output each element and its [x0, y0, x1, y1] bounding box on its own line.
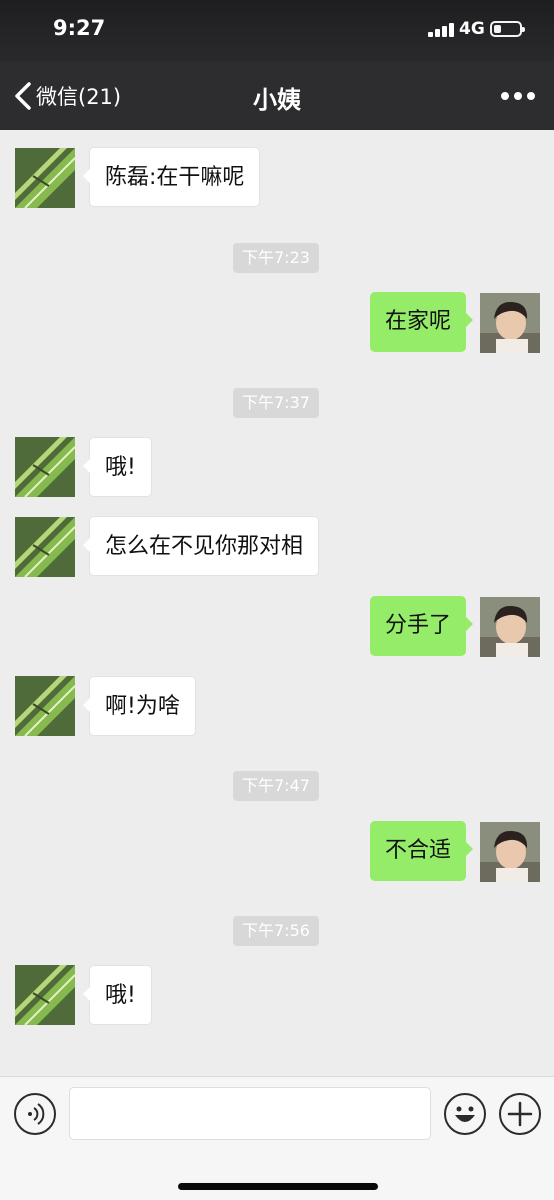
plus-icon — [507, 1101, 533, 1127]
timestamp: 下午7:37 — [233, 388, 319, 418]
timestamp: 下午7:23 — [233, 243, 319, 273]
my-avatar[interactable] — [480, 822, 540, 882]
chevron-left-icon — [15, 82, 31, 110]
leaf-avatar-image — [15, 676, 75, 736]
timestamp: 下午7:47 — [233, 771, 319, 801]
contact-avatar[interactable] — [15, 965, 75, 1025]
back-label: 微信(21) — [36, 85, 122, 109]
contact-avatar[interactable] — [15, 676, 75, 736]
battery-icon — [490, 21, 525, 37]
timestamp: 下午7:56 — [233, 916, 319, 946]
incoming-message[interactable]: 怎么在不见你那对相 — [82, 516, 320, 576]
home-indicator[interactable] — [178, 1183, 378, 1190]
message-input[interactable] — [69, 1087, 431, 1140]
leaf-avatar-image — [15, 965, 75, 1025]
battery-level — [494, 25, 501, 33]
add-button[interactable] — [499, 1093, 541, 1135]
signal-icon — [428, 21, 454, 37]
outgoing-message[interactable]: 不合适 — [369, 821, 474, 881]
back-button[interactable]: 微信(21) — [12, 76, 121, 116]
more-dots-icon — [501, 92, 535, 100]
boy-avatar-image — [480, 822, 540, 882]
nav-bar: 微信(21) 小姨 — [0, 62, 554, 130]
outgoing-message[interactable]: 分手了 — [369, 596, 474, 656]
incoming-message[interactable]: 啊!为啥 — [83, 676, 196, 736]
voice-icon — [28, 1103, 45, 1125]
leaf-avatar-image — [15, 517, 75, 577]
network-type: 4G — [459, 19, 485, 39]
my-avatar[interactable] — [480, 293, 540, 353]
incoming-message[interactable]: 陈磊:在干嘛呢 — [82, 147, 261, 207]
status-time: 9:27 — [53, 16, 106, 40]
outgoing-message[interactable]: 在家呢 — [369, 292, 474, 352]
emoji-button[interactable] — [444, 1093, 486, 1135]
leaf-avatar-image — [15, 437, 75, 497]
my-avatar[interactable] — [480, 597, 540, 657]
incoming-message[interactable]: 哦! — [83, 437, 152, 497]
incoming-message[interactable]: 哦! — [83, 965, 152, 1025]
boy-avatar-image — [480, 597, 540, 657]
emoji-icon — [455, 1106, 475, 1122]
voice-button[interactable] — [14, 1093, 56, 1135]
message-list[interactable]: 陈磊:在干嘛呢 下午7:23 在家呢 下午7:37 哦! 怎么在不见你那对相 分… — [0, 130, 554, 1076]
contact-avatar[interactable] — [15, 437, 75, 497]
more-button[interactable] — [498, 84, 538, 108]
contact-avatar[interactable] — [15, 517, 75, 577]
status-bar: 9:27 4G — [0, 0, 554, 62]
leaf-avatar-image — [15, 148, 75, 208]
contact-avatar[interactable] — [15, 148, 75, 208]
input-bar — [0, 1076, 554, 1200]
boy-avatar-image — [480, 293, 540, 353]
